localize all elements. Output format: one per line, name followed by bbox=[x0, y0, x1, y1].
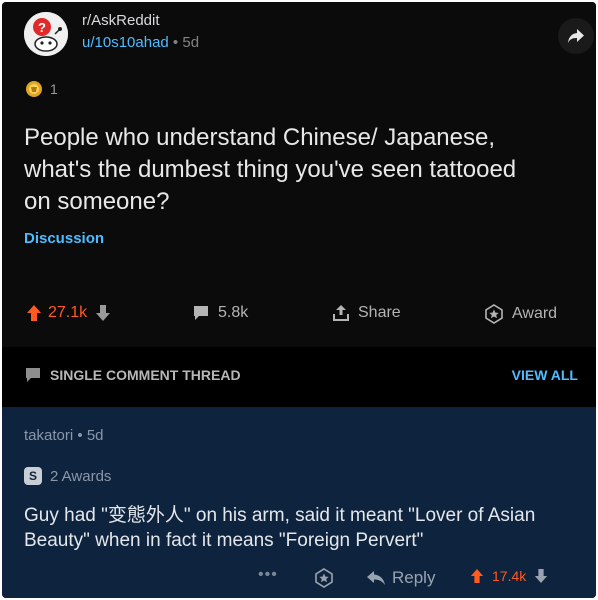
share-icon bbox=[333, 305, 349, 321]
thread-label: SINGLE COMMENT THREAD bbox=[50, 367, 241, 383]
svg-text:?: ? bbox=[38, 20, 46, 35]
upvote-arrow-icon[interactable] bbox=[26, 304, 42, 322]
post-flair[interactable]: Discussion bbox=[24, 230, 104, 247]
share-button[interactable]: Share bbox=[332, 304, 401, 322]
comment-vote-group: 17.4k bbox=[470, 568, 548, 584]
comment-award-button[interactable] bbox=[314, 568, 334, 593]
single-comment-thread-bar: SINGLE COMMENT THREAD VIEW ALL bbox=[2, 347, 596, 407]
post-age: 5d bbox=[182, 34, 200, 51]
subreddit-name[interactable]: r/AskReddit bbox=[82, 12, 160, 29]
post-header: ? r/AskReddit u/10s10ahad • 5d 1 People … bbox=[2, 2, 596, 347]
share-arrow-button[interactable] bbox=[558, 18, 594, 54]
downvote-arrow-icon[interactable] bbox=[95, 304, 111, 322]
meta-separator: • bbox=[77, 427, 83, 444]
meta-separator: • bbox=[172, 34, 179, 51]
award-icon bbox=[315, 568, 333, 588]
more-options-button[interactable]: ••• bbox=[258, 566, 278, 584]
comment-body: Guy had "变態外人" on his arm, said it meant… bbox=[24, 505, 536, 551]
comments-button[interactable]: 5.8k bbox=[192, 304, 248, 322]
askreddit-logo-icon: ? bbox=[24, 12, 68, 56]
thread-label-group: SINGLE COMMENT THREAD bbox=[24, 367, 241, 383]
vote-group: 27.1k bbox=[26, 304, 111, 322]
post-title[interactable]: People who understand Chinese/ Japanese,… bbox=[24, 122, 524, 218]
comment-meta: takatori • 5d bbox=[24, 427, 104, 444]
reddit-screenshot: ? r/AskReddit u/10s10ahad • 5d 1 People … bbox=[2, 2, 596, 598]
comment-count: 5.8k bbox=[218, 304, 249, 321]
share-arrow-icon bbox=[568, 29, 584, 43]
upvote-arrow-icon[interactable] bbox=[470, 568, 484, 584]
comment-actions: ••• Reply 17.4k bbox=[2, 562, 596, 592]
award-label: Award bbox=[512, 305, 558, 322]
upvote-count: 27.1k bbox=[48, 304, 88, 321]
post-author[interactable]: u/10s10ahad bbox=[82, 34, 169, 51]
reply-button[interactable]: Reply bbox=[366, 568, 435, 588]
subreddit-avatar[interactable]: ? bbox=[24, 12, 68, 56]
post-meta: u/10s10ahad • 5d bbox=[82, 34, 199, 51]
silver-award-icon: S bbox=[24, 467, 42, 485]
reply-arrow-icon bbox=[367, 571, 385, 585]
comment-age: 5d bbox=[86, 427, 104, 444]
award-button[interactable]: Award bbox=[484, 304, 557, 324]
comment-bubble-icon bbox=[194, 306, 208, 320]
post-actions: 27.1k 5.8k Share Award bbox=[2, 298, 596, 334]
share-label: Share bbox=[358, 304, 401, 321]
view-all-link[interactable]: VIEW ALL bbox=[512, 367, 578, 383]
comment-vote-count: 17.4k bbox=[492, 568, 527, 584]
comment: takatori • 5d S 2 Awards Guy had "变態外人" … bbox=[2, 407, 596, 598]
downvote-arrow-icon[interactable] bbox=[534, 568, 548, 584]
award-count: 1 bbox=[50, 81, 58, 97]
award-icon bbox=[485, 304, 503, 324]
comment-author[interactable]: takatori bbox=[24, 427, 73, 444]
comment-awards-label: 2 Awards bbox=[50, 467, 112, 485]
gold-award-icon bbox=[26, 81, 42, 97]
comment-awards[interactable]: S 2 Awards bbox=[24, 467, 111, 485]
reply-label: Reply bbox=[392, 568, 436, 587]
post-awards[interactable]: 1 bbox=[24, 78, 58, 100]
comment-bubble-icon bbox=[26, 368, 40, 382]
